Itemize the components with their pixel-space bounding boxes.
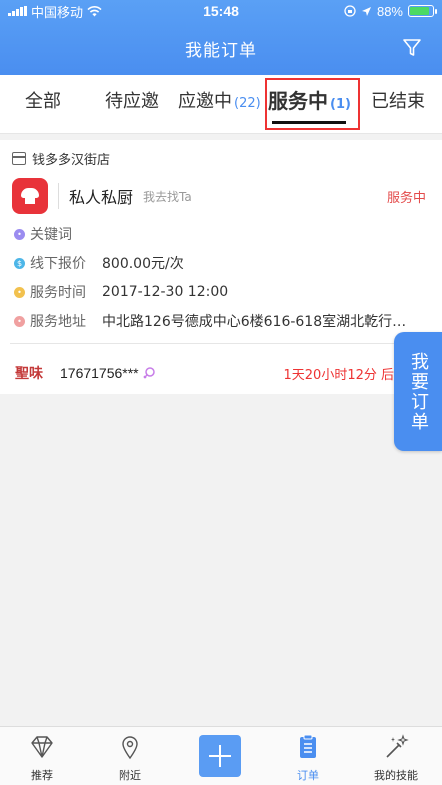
diamond-icon <box>31 736 53 758</box>
tab-nearby[interactable]: 附近 <box>100 733 160 783</box>
chef-hat-icon <box>12 178 48 214</box>
wifi-icon <box>87 5 102 16</box>
nav-bar: 我能订单 <box>0 22 442 75</box>
order-status: 服务中 <box>386 190 426 206</box>
carrier-label: 中国移动 <box>31 4 84 20</box>
tab-in-service[interactable]: 服务中 (1) <box>268 85 351 114</box>
battery-icon <box>408 5 437 17</box>
tab-recommend[interactable]: 推荐 <box>12 733 72 783</box>
add-button[interactable] <box>199 735 241 777</box>
phone-number: 17671756*** <box>60 365 139 381</box>
tab-all[interactable]: 全部 <box>25 87 61 113</box>
clock-icon: • <box>14 286 25 298</box>
shop-row: 钱多多汉街店 <box>12 149 110 168</box>
filter-icon[interactable] <box>402 38 422 58</box>
tab-pending[interactable]: 待应邀 <box>105 87 159 113</box>
status-bar: 中国移动 15:48 88% <box>0 0 442 22</box>
tab-orders[interactable]: 订单 <box>278 733 338 783</box>
location-arrow-icon <box>361 6 371 16</box>
order-tabs: 全部 待应邀 应邀中 (22) 服务中 (1) 已结束 <box>0 75 442 134</box>
rotation-lock-icon <box>344 5 356 17</box>
tab-count: (1) <box>330 97 351 112</box>
location-pin-icon <box>122 736 138 760</box>
clipboard-icon <box>300 734 316 758</box>
tag-icon: • <box>14 228 25 240</box>
want-order-button[interactable]: 我要订单 <box>394 332 442 451</box>
divider <box>58 183 59 209</box>
divider <box>10 343 432 344</box>
signal-icon <box>8 6 27 16</box>
service-row: 私人私厨 我去找Ta 服务中 <box>12 178 430 214</box>
find-ta-link[interactable]: 我去找Ta <box>143 188 192 205</box>
tab-my-skills[interactable]: 我的技能 <box>366 733 426 783</box>
keyword-row: • 关键词 <box>14 224 102 244</box>
price-row: $ 线下报价 800.00元/次 <box>14 253 184 273</box>
service-name: 私人私厨 <box>69 188 134 207</box>
tab-finished[interactable]: 已结束 <box>371 87 425 113</box>
location-icon: • <box>14 315 25 327</box>
active-tab-indicator <box>272 121 346 124</box>
avatar: 聖味 <box>15 366 43 382</box>
battery-percent: 88% <box>376 3 403 19</box>
money-icon: $ <box>14 257 25 269</box>
customer-row[interactable]: 聖味 17671756*** 1天20小时12分 后进行 <box>12 358 432 388</box>
service-time-row: • 服务时间 2017-12-30 12:00 <box>14 282 228 302</box>
shop-icon <box>12 152 26 165</box>
service-address-row: • 服务地址 中北路126号德成中心6楼616-618室湖北乾行… <box>14 311 406 331</box>
bottom-tab-bar: 推荐 附近 订单 我的技能 <box>0 726 442 785</box>
shop-name: 钱多多汉街店 <box>32 153 111 168</box>
tab-count: (22) <box>234 96 261 111</box>
page-title: 我能订单 <box>185 41 257 61</box>
order-card[interactable]: 钱多多汉街店 私人私厨 我去找Ta 服务中 • 关键词 $ 线下报价 800.0… <box>0 140 442 394</box>
top-bar: 中国移动 15:48 88% 我能订单 <box>0 0 442 75</box>
magic-wand-icon <box>386 734 409 758</box>
clock: 15:48 <box>203 3 239 19</box>
tab-invited[interactable]: 应邀中 (22) <box>178 87 261 113</box>
female-icon <box>143 367 155 379</box>
